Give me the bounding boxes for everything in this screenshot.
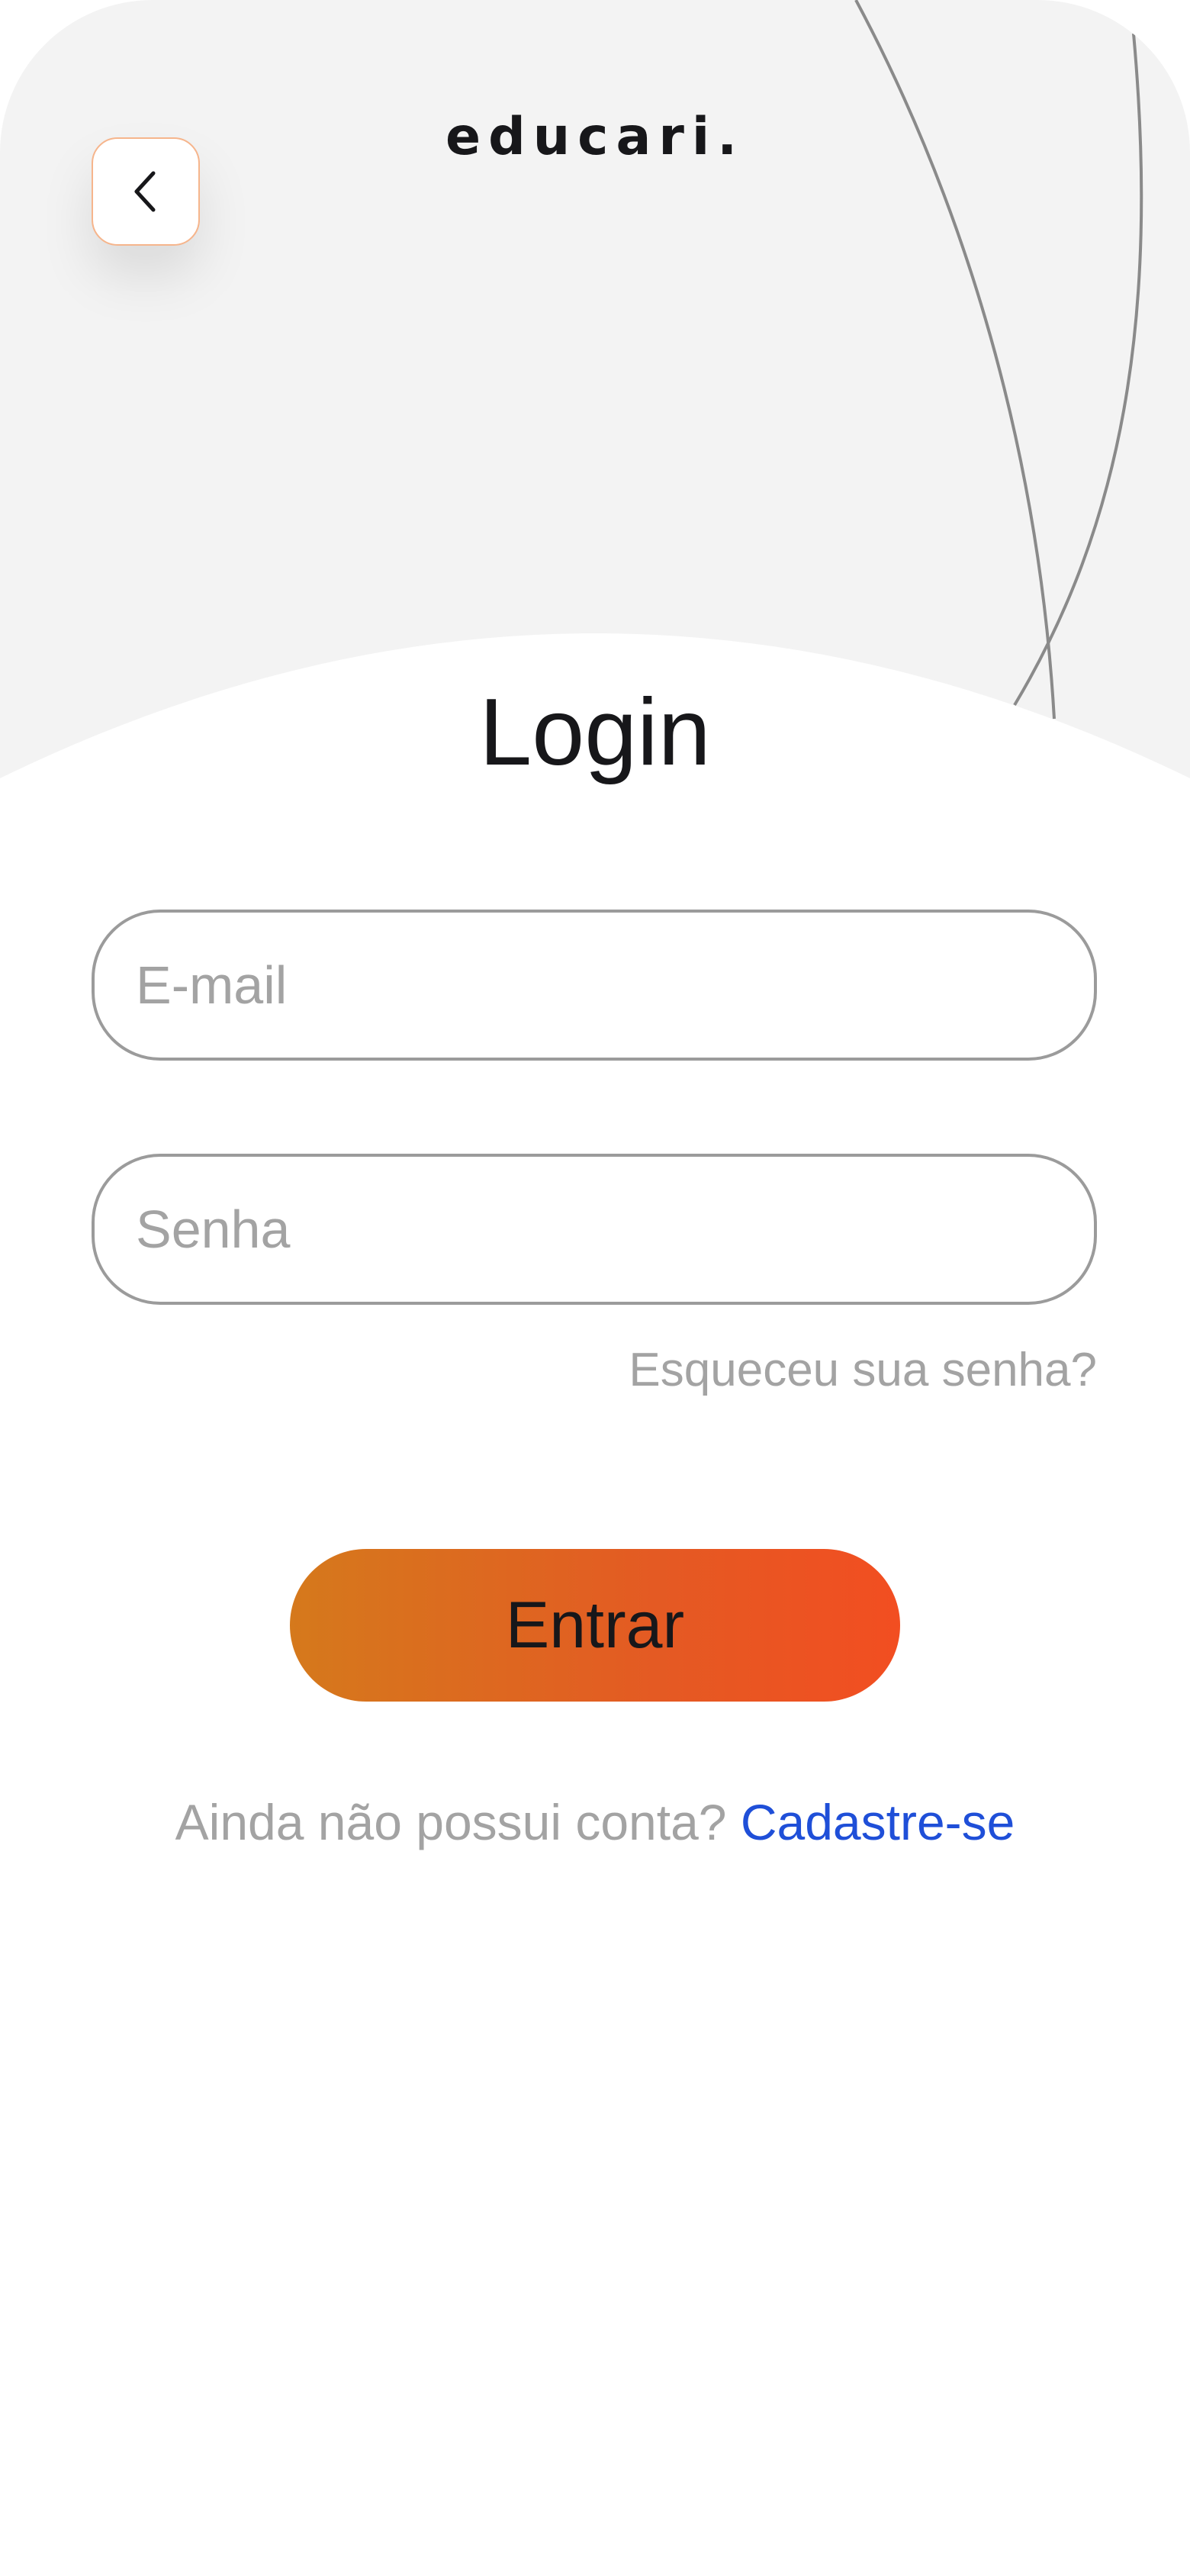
signup-prompt: Ainda não possui conta? (175, 1794, 741, 1850)
email-input[interactable] (134, 954, 1094, 1016)
password-input[interactable] (134, 1198, 1094, 1261)
back-button[interactable] (92, 137, 200, 246)
password-field[interactable] (92, 1154, 1097, 1305)
login-button[interactable]: Entrar (290, 1549, 900, 1702)
signup-row: Ainda não possui conta? Cadastre-se (0, 1793, 1190, 1851)
signup-link[interactable]: Cadastre-se (741, 1794, 1015, 1850)
email-field[interactable] (92, 910, 1097, 1061)
login-screen: educari. Login Esqueceu sua senha? Entra… (0, 0, 1190, 2576)
page-title: Login (479, 680, 711, 785)
forgot-password-link[interactable]: Esqueceu sua senha? (629, 1343, 1097, 1397)
chevron-left-icon (134, 171, 156, 212)
